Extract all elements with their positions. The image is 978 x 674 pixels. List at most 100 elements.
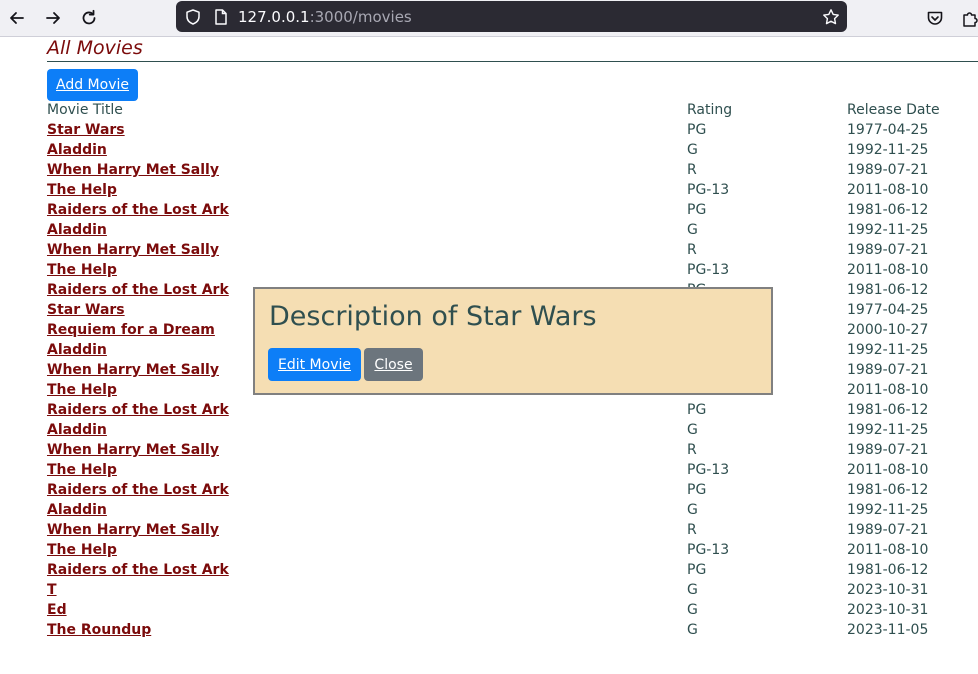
table-row: The Help PG-13 2011-08-10	[47, 460, 978, 480]
back-arrow-icon[interactable]	[5, 6, 29, 30]
movie-release-date: 2023-10-31	[847, 602, 929, 618]
movie-rating: PG	[687, 482, 707, 498]
movie-title-link[interactable]: Raiders of the Lost Ark	[47, 402, 229, 418]
movie-title-link[interactable]: Raiders of the Lost Ark	[47, 202, 229, 218]
table-row: Aladdin G 1992-11-25	[47, 140, 978, 160]
table-row: When Harry Met Sally R 1989-07-21	[47, 520, 978, 540]
table-row: Ed G 2023-10-31	[47, 600, 978, 620]
movie-description-modal: Description of Star Wars Edit Movie Clos…	[253, 287, 773, 395]
reload-icon[interactable]	[77, 6, 101, 30]
movie-title-link[interactable]: The Help	[47, 262, 117, 278]
movie-title-link[interactable]: Aladdin	[47, 342, 107, 358]
movie-release-date: 2023-11-05	[847, 622, 929, 638]
add-movie-button[interactable]: Add Movie	[47, 69, 138, 101]
url-text[interactable]: 127.0.0.1:3000/movies	[238, 8, 412, 26]
browser-toolbar: 127.0.0.1:3000/movies	[0, 0, 978, 37]
url-bar[interactable]: 127.0.0.1:3000/movies	[176, 1, 847, 32]
forward-arrow-icon[interactable]	[41, 6, 65, 30]
movie-rating: PG-13	[687, 262, 730, 278]
movie-title-link[interactable]: When Harry Met Sally	[47, 242, 219, 258]
header-release-date: Release Date	[847, 102, 940, 118]
movie-title-link[interactable]: The Help	[47, 182, 117, 198]
movie-title-link[interactable]: Requiem for a Dream	[47, 322, 215, 338]
movie-title-link[interactable]: Aladdin	[47, 222, 107, 238]
movie-title-link[interactable]: Aladdin	[47, 142, 107, 158]
movie-rating: PG-13	[687, 542, 730, 558]
movie-rating: G	[687, 222, 698, 238]
movie-title-link[interactable]: Raiders of the Lost Ark	[47, 562, 229, 578]
bookmark-star-icon[interactable]	[822, 8, 840, 26]
movie-title-link[interactable]: The Help	[47, 542, 117, 558]
table-row: Aladdin G 1992-11-25	[47, 220, 978, 240]
movie-rating: PG	[687, 402, 707, 418]
close-button[interactable]: Close	[364, 348, 423, 381]
movie-title-link[interactable]: T	[47, 582, 57, 598]
movie-release-date: 1981-06-12	[847, 562, 929, 578]
movie-title-link[interactable]: When Harry Met Sally	[47, 522, 219, 538]
page-title: All Movies	[47, 37, 143, 59]
table-row: Star Wars PG 1977-04-25	[47, 120, 978, 140]
table-row: When Harry Met Sally R 1989-07-21	[47, 160, 978, 180]
table-row: The Roundup G 2023-11-05	[47, 620, 978, 640]
edit-movie-button[interactable]: Edit Movie	[268, 348, 361, 381]
movie-rating: G	[687, 422, 698, 438]
movie-title-link[interactable]: When Harry Met Sally	[47, 362, 219, 378]
shield-icon[interactable]	[184, 8, 202, 26]
movie-release-date: 1989-07-21	[847, 242, 929, 258]
movie-release-date: 1981-06-12	[847, 202, 929, 218]
movie-release-date: 1989-07-21	[847, 162, 929, 178]
url-path: :3000/movies	[309, 8, 412, 26]
movie-rating: PG	[687, 122, 707, 138]
movie-title-link[interactable]: Ed	[47, 602, 67, 618]
movie-rating: G	[687, 602, 698, 618]
movie-release-date: 2000-10-27	[847, 322, 929, 338]
movie-title-link[interactable]: When Harry Met Sally	[47, 162, 219, 178]
movie-title-link[interactable]: Aladdin	[47, 422, 107, 438]
movie-title-link[interactable]: The Help	[47, 382, 117, 398]
movie-release-date: 1992-11-25	[847, 342, 929, 358]
table-row: T G 2023-10-31	[47, 580, 978, 600]
movie-release-date: 2011-08-10	[847, 462, 929, 478]
table-row: When Harry Met Sally R 1989-07-21	[47, 440, 978, 460]
movie-release-date: 1992-11-25	[847, 142, 929, 158]
movie-release-date: 2011-08-10	[847, 382, 929, 398]
movie-release-date: 1981-06-12	[847, 282, 929, 298]
header-movie-title: Movie Title	[47, 102, 123, 118]
table-row: Raiders of the Lost Ark PG 1981-06-12	[47, 480, 978, 500]
movie-rating: G	[687, 622, 698, 638]
table-row: The Help PG-13 2011-08-10	[47, 540, 978, 560]
movie-title-link[interactable]: Raiders of the Lost Ark	[47, 482, 229, 498]
movie-rating: G	[687, 582, 698, 598]
extensions-icon[interactable]	[958, 6, 978, 30]
movie-release-date: 1989-07-21	[847, 522, 929, 538]
modal-title: Description of Star Wars	[269, 301, 597, 332]
movie-title-link[interactable]: Raiders of the Lost Ark	[47, 282, 229, 298]
url-host: 127.0.0.1	[238, 8, 310, 26]
movie-rating: G	[687, 502, 698, 518]
movie-release-date: 1981-06-12	[847, 402, 929, 418]
movie-rating: G	[687, 142, 698, 158]
movie-title-link[interactable]: Star Wars	[47, 302, 125, 318]
movie-rating: PG	[687, 562, 707, 578]
table-row: Raiders of the Lost Ark PG 1981-06-12	[47, 200, 978, 220]
movie-title-link[interactable]: Star Wars	[47, 122, 125, 138]
movie-release-date: 1989-07-21	[847, 442, 929, 458]
movie-rating: R	[687, 162, 697, 178]
pocket-icon[interactable]	[923, 6, 947, 30]
table-row: Aladdin G 1992-11-25	[47, 420, 978, 440]
movie-release-date: 1992-11-25	[847, 422, 929, 438]
movie-release-date: 1989-07-21	[847, 362, 929, 378]
movie-release-date: 2011-08-10	[847, 262, 929, 278]
movie-rating: R	[687, 242, 697, 258]
header-rating: Rating	[687, 102, 733, 118]
movie-title-link[interactable]: The Help	[47, 462, 117, 478]
table-row: When Harry Met Sally R 1989-07-21	[47, 240, 978, 260]
movie-rating: R	[687, 442, 697, 458]
movie-release-date: 2023-10-31	[847, 582, 929, 598]
page-icon[interactable]	[212, 8, 230, 26]
title-divider	[47, 61, 978, 62]
movie-title-link[interactable]: When Harry Met Sally	[47, 442, 219, 458]
movie-title-link[interactable]: The Roundup	[47, 622, 151, 638]
movie-release-date: 1981-06-12	[847, 482, 929, 498]
movie-title-link[interactable]: Aladdin	[47, 502, 107, 518]
